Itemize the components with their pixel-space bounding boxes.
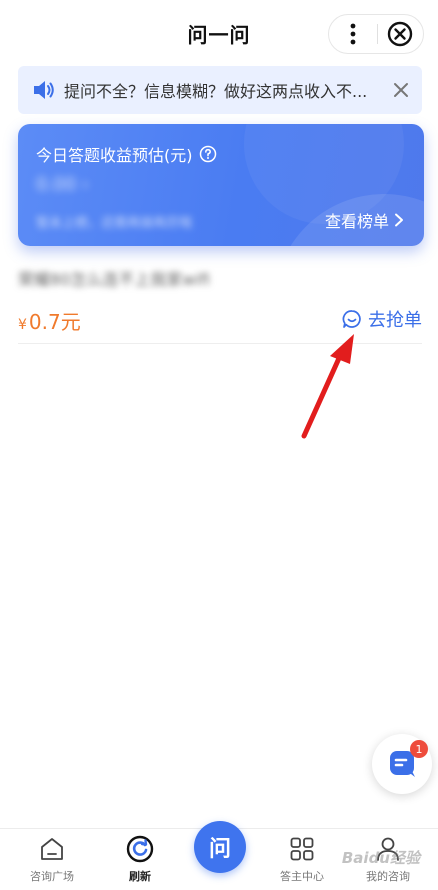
earnings-label: 今日答题收益预估(元)	[36, 142, 217, 166]
grab-order-label: 去抢单	[368, 310, 422, 331]
mini-program-capsule	[328, 14, 424, 54]
chat-smile-icon	[342, 310, 361, 328]
chevron-right-icon	[395, 213, 403, 227]
more-vertical-icon	[350, 23, 356, 45]
close-button[interactable]	[377, 15, 423, 53]
notice-text: 提问不全？信息模糊？做好这两点收入不...	[64, 82, 368, 101]
price-value: 0.7元	[28, 310, 81, 334]
nav-item-refresh[interactable]: 刷新	[100, 835, 180, 885]
notice-close-button[interactable]	[390, 79, 412, 101]
top-bar: 问一问	[0, 0, 438, 66]
nav-item-consult-square[interactable]: 咨询广场	[12, 835, 92, 885]
nav-item-my-consult[interactable]: 我的咨询	[348, 835, 428, 885]
ask-button[interactable]: 问	[194, 821, 246, 873]
earnings-card: 今日答题收益预估(元) 0.00 › 暂未上榜，还需再接再厉哦 查看榜单	[18, 124, 424, 246]
close-circle-icon	[388, 21, 413, 47]
speaker-icon	[34, 81, 54, 99]
earnings-label-text: 今日答题收益预估(元)	[36, 146, 193, 165]
bottom-navigation: 咨询广场 刷新 问 答主中心 我的咨询 Baidu经验	[0, 821, 438, 890]
nav-label: 答主中心	[280, 870, 324, 883]
close-icon	[394, 83, 408, 97]
nav-label: 我的咨询	[366, 870, 410, 883]
more-button[interactable]	[329, 15, 377, 53]
nav-item-answerer-center[interactable]: 答主中心	[262, 835, 342, 885]
refresh-icon	[126, 835, 154, 863]
view-ranking-link[interactable]: 查看榜单	[325, 208, 404, 232]
earnings-amount[interactable]: 0.00 ›	[36, 174, 89, 195]
home-icon	[41, 838, 63, 860]
user-icon	[377, 837, 399, 861]
floating-message-button[interactable]: 1	[372, 734, 432, 794]
nav-label: 刷新	[129, 870, 151, 883]
grid-icon	[290, 837, 314, 861]
page-title: 问一问	[187, 22, 251, 47]
currency-symbol: ¥	[18, 317, 27, 333]
grab-order-button[interactable]: 去抢单	[342, 306, 422, 332]
notice-bar[interactable]: 提问不全？信息模糊？做好这两点收入不...	[18, 66, 422, 114]
nav-label: 咨询广场	[30, 870, 74, 883]
question-price: ¥0.7元	[18, 306, 81, 335]
page: 问一问 提问不全？信息模糊？做好这两点收入不... 今日答题收益预估(元) 0.…	[0, 0, 438, 890]
annotation-arrow-icon	[301, 334, 354, 439]
view-ranking-label: 查看榜单	[324, 212, 389, 231]
question-circle-icon[interactable]	[199, 145, 217, 163]
earnings-subtitle: 暂未上榜，还需再接再厉哦	[36, 216, 193, 231]
notification-badge: 1	[410, 740, 428, 758]
question-title[interactable]: 荣耀80怎么连不上我家wifi	[18, 266, 210, 290]
